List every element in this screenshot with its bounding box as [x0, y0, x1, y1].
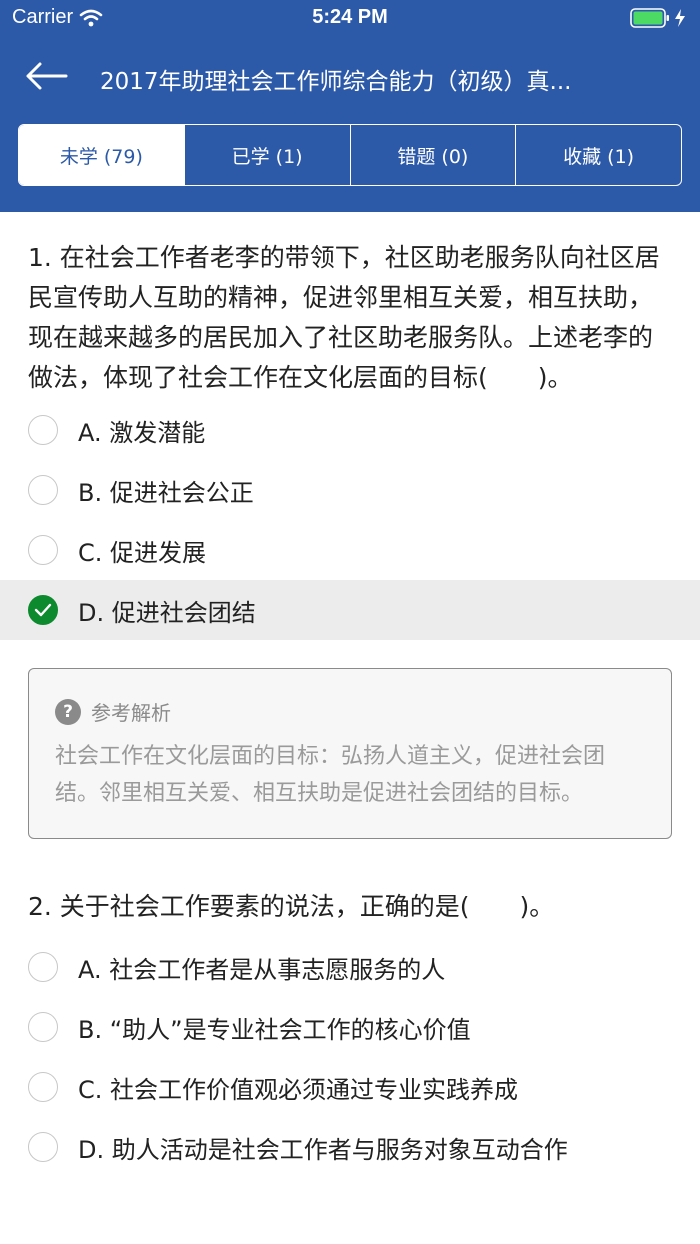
nav-bar: 2017年助理社会工作师综合能力（初级）真...: [0, 44, 700, 110]
option-label: D. 促进社会团结: [78, 598, 256, 627]
radio-icon: [28, 1072, 58, 1102]
radio-icon: [28, 1132, 58, 1162]
page-title: 2017年助理社会工作师综合能力（初级）真...: [100, 69, 572, 95]
question-list: 1. 在社会工作者老李的带领下，社区助老服务队向社区居民宣传助人互助的精神，促进…: [0, 212, 700, 1177]
battery-icon: [630, 8, 669, 28]
radio-icon: [28, 415, 58, 445]
option-label: C. 社会工作价值观必须通过专业实践养成: [78, 1075, 519, 1104]
option-label: B. 促进社会公正: [78, 478, 254, 507]
option-b[interactable]: B. “助人”是专业社会工作的核心价值: [0, 997, 700, 1057]
option-label: A. 社会工作者是从事志愿服务的人: [78, 955, 446, 984]
battery: [630, 8, 686, 28]
options-group: A. 社会工作者是从事志愿服务的人 B. “助人”是专业社会工作的核心价值 C.…: [0, 937, 700, 1177]
option-label: D. 助人活动是社会工作者与服务对象互动合作: [78, 1135, 568, 1164]
segment-tabs: 未学 (79) 已学 (1) 错题 (0) 收藏 (1): [18, 124, 682, 186]
option-b[interactable]: B. 促进社会公正: [0, 460, 700, 520]
tab-favorites[interactable]: 收藏 (1): [516, 125, 681, 185]
option-c[interactable]: C. 促进发展: [0, 520, 700, 580]
option-a[interactable]: A. 社会工作者是从事志愿服务的人: [0, 937, 700, 997]
option-d[interactable]: D. 促进社会团结: [0, 580, 700, 640]
tab-wrong[interactable]: 错题 (0): [351, 125, 517, 185]
analysis-box: ? 参考解析 社会工作在文化层面的目标：弘扬人道主义，促进社会团结。邻里相互关爱…: [28, 668, 672, 839]
option-d[interactable]: D. 助人活动是社会工作者与服务对象互动合作: [0, 1117, 700, 1177]
checkmark-icon: [28, 595, 58, 625]
question-text: 1. 在社会工作者老李的带领下，社区助老服务队向社区居民宣传助人互助的精神，促进…: [28, 243, 660, 392]
analysis-title: 参考解析: [91, 701, 171, 725]
radio-icon: [28, 475, 58, 505]
question-text: 2. 关于社会工作要素的说法，正确的是( )。: [28, 892, 555, 921]
analysis-text: 社会工作在文化层面的目标：弘扬人道主义，促进社会团结。邻里相互关爱、相互扶助是促…: [55, 744, 606, 806]
option-label: A. 激发潜能: [78, 418, 206, 447]
back-button[interactable]: [22, 56, 70, 96]
back-arrow-icon: [26, 62, 68, 90]
question-mark-icon: ?: [55, 698, 81, 725]
tab-unlearned[interactable]: 未学 (79): [19, 125, 185, 185]
status-time: 5:24 PM: [312, 6, 388, 28]
option-label: C. 促进发展: [78, 538, 207, 567]
analysis-header: ? 参考解析: [55, 697, 645, 726]
options-group: A. 激发潜能 B. 促进社会公正 C. 促进发展 D. 促进社会团结: [0, 400, 700, 640]
status-bar: Carrier 5:24 PM: [0, 0, 700, 36]
charging-icon: [675, 9, 685, 27]
radio-icon: [28, 535, 58, 565]
radio-icon: [28, 952, 58, 982]
tab-learned[interactable]: 已学 (1): [185, 125, 351, 185]
option-label: B. “助人”是专业社会工作的核心价值: [78, 1015, 471, 1044]
radio-icon: [28, 1012, 58, 1042]
option-c[interactable]: C. 社会工作价值观必须通过专业实践养成: [0, 1057, 700, 1117]
option-a[interactable]: A. 激发潜能: [0, 400, 700, 460]
header: Carrier 5:24 PM 2017年助理社会工作师综合能力（初级）真...…: [0, 0, 700, 212]
